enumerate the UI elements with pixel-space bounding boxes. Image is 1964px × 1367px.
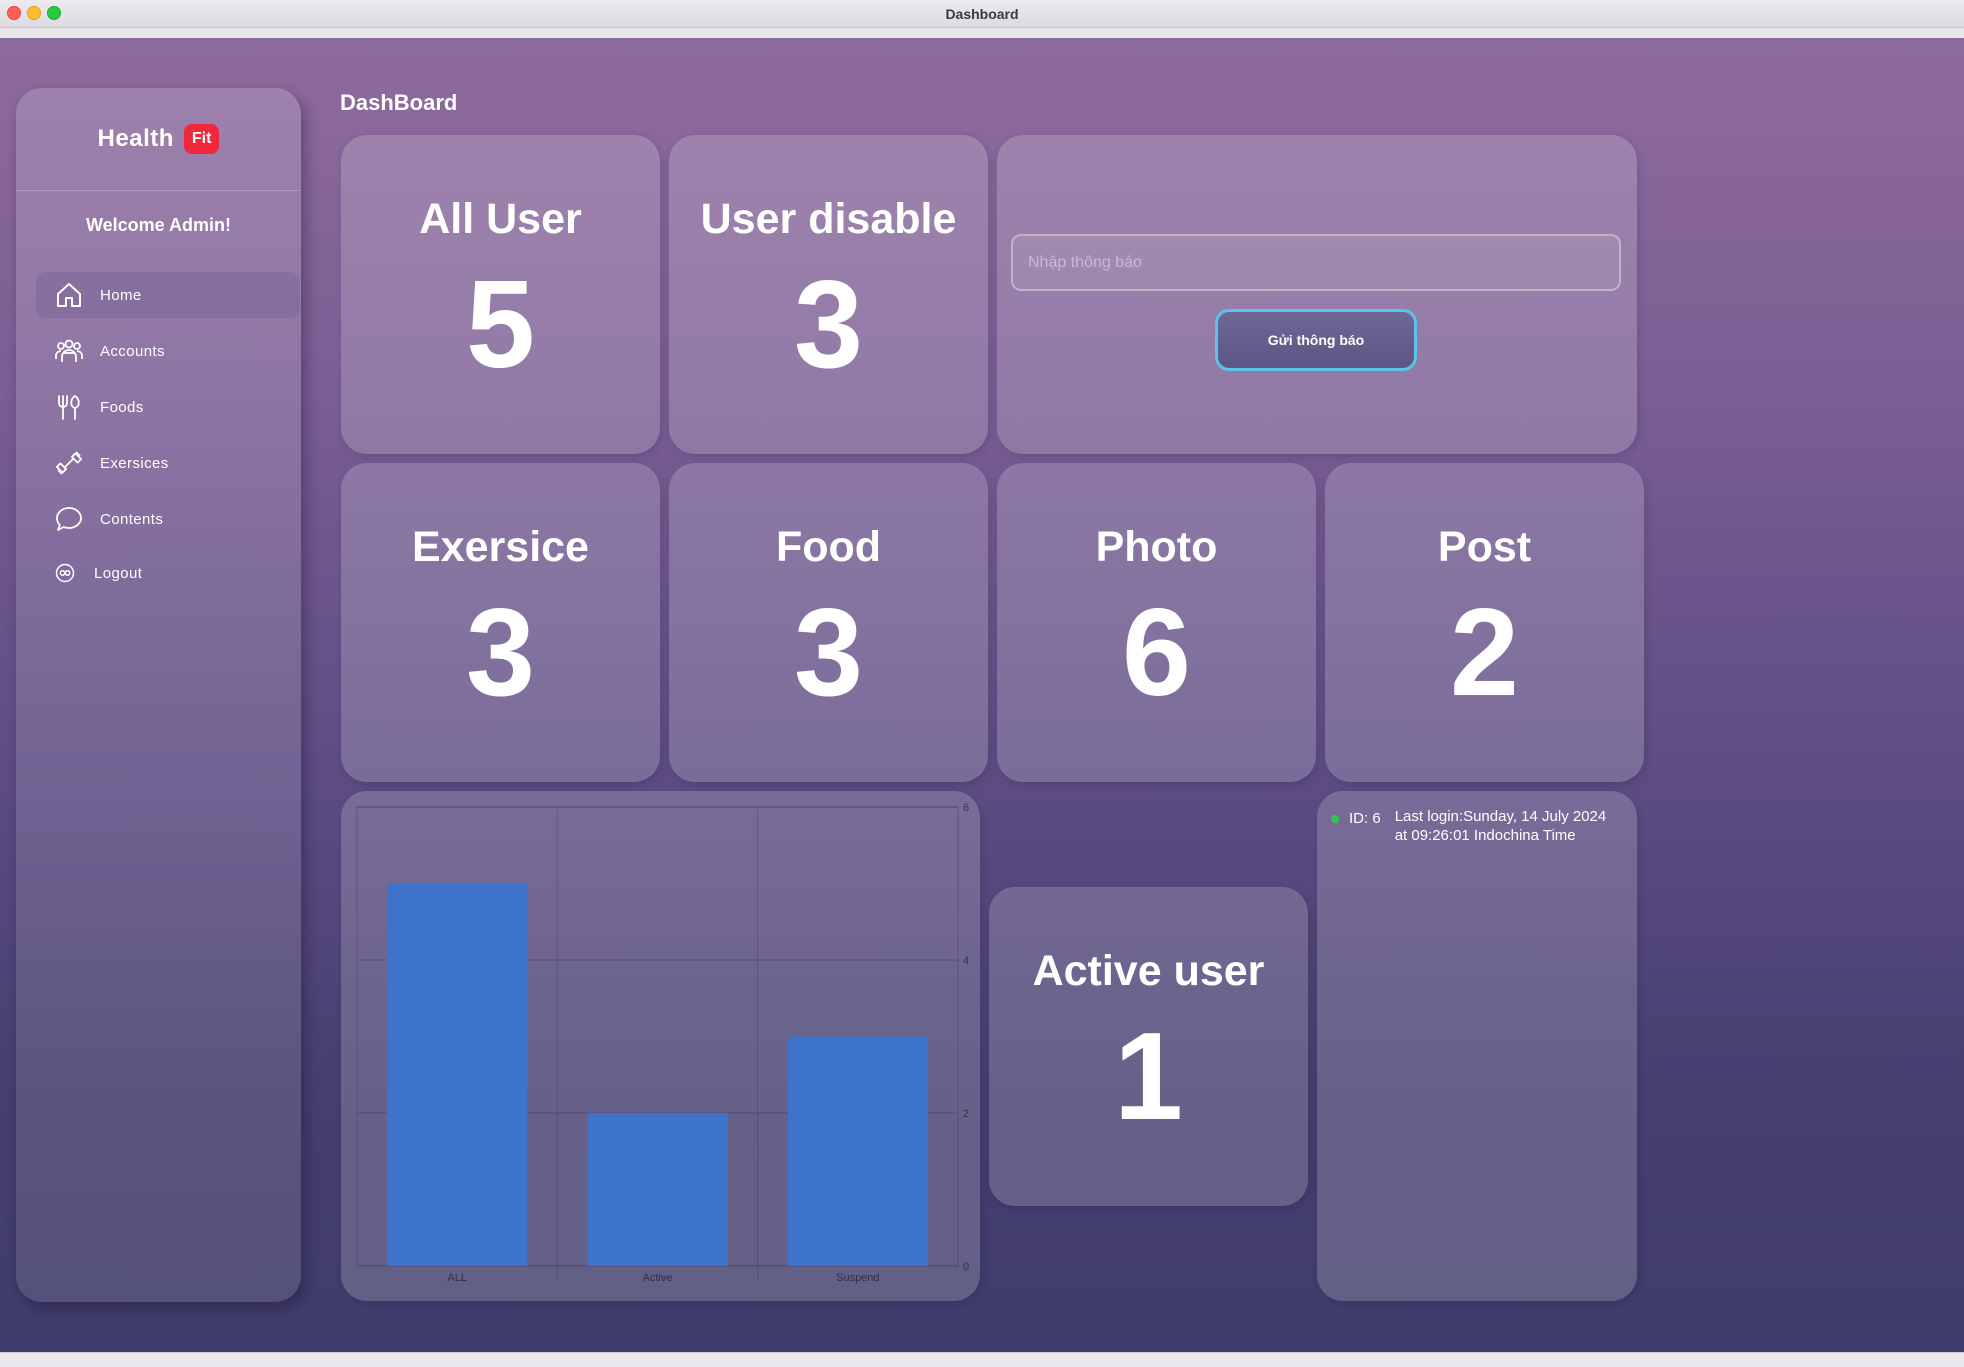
home-icon [54, 280, 84, 310]
stat-label: Food [775, 523, 882, 571]
stat-label: User disable [700, 195, 957, 243]
stat-label: Exersice [412, 523, 589, 571]
brand-name: Health [97, 125, 174, 152]
send-notification-button[interactable]: Gửi thông báo [1215, 309, 1417, 371]
chart-y-tick-label: 0 [963, 1261, 969, 1273]
chart-bar [587, 1113, 728, 1266]
stat-value: 2 [1450, 584, 1519, 722]
stat-value: 5 [466, 256, 535, 394]
login-user-id: ID: 6 [1349, 810, 1381, 827]
stat-value: 3 [794, 584, 863, 722]
utensils-icon [54, 392, 84, 422]
login-list-item: ID: 6 Last login:Sunday, 14 July 2024 at… [1331, 807, 1631, 845]
login-time-line2: at 09:26:01 Indochina Time [1394, 827, 1576, 844]
notification-input[interactable] [1011, 234, 1621, 291]
sidebar-item-label: Contents [100, 510, 164, 528]
chart-x-tick-label: Active [643, 1272, 673, 1284]
chat-bubble-icon [54, 504, 84, 534]
stat-label: Post [1437, 523, 1532, 571]
sidebar-item-home[interactable]: Home [36, 272, 300, 318]
notification-card: Gửi thông báo [997, 135, 1637, 454]
login-time-text: Last login:Sunday, 14 July 2024 at 09:26… [1395, 807, 1607, 845]
sidebar-item-label: Home [100, 286, 142, 304]
chart-x-tick-label: Suspend [836, 1272, 879, 1284]
stat-value: 6 [1122, 584, 1191, 722]
brand-badge: Fit [183, 124, 220, 154]
sidebar-item-logout[interactable]: Logout [36, 550, 300, 596]
sidebar-item-exersices[interactable]: Exersices [36, 440, 300, 486]
stat-value: 1 [1114, 1008, 1183, 1146]
user-status-bar-chart: 0 2 4 6 ALL Active Suspend [356, 802, 969, 1284]
stat-label: Photo [1095, 523, 1218, 571]
stat-card-user-disable: User disable 3 [669, 135, 988, 454]
app-background: Health Fit Welcome Admin! Home Accounts … [0, 38, 1964, 1352]
chart-bar [387, 883, 528, 1266]
chart-y-tick-label: 4 [963, 955, 969, 967]
stat-label: All User [419, 195, 582, 243]
stat-card-all-user: All User 5 [341, 135, 660, 454]
online-status-dot [1331, 815, 1339, 823]
sidebar-item-label: Exersices [100, 454, 169, 472]
sidebar-item-label: Logout [94, 564, 143, 582]
stat-card-post: Post 2 [1325, 463, 1644, 782]
sidebar-item-accounts[interactable]: Accounts [36, 328, 300, 374]
stat-card-food: Food 3 [669, 463, 988, 782]
sidebar-item-label: Foods [100, 398, 144, 416]
stat-card-active-user: Active user 1 [989, 887, 1308, 1206]
page-title: DashBoard [340, 90, 458, 115]
user-chart-card: 0 2 4 6 ALL Active Suspend [341, 791, 980, 1301]
dumbbell-icon [54, 448, 84, 478]
chart-y-tick-label: 6 [963, 802, 969, 814]
sidebar-item-foods[interactable]: Foods [36, 384, 300, 430]
sidebar-item-contents[interactable]: Contents [36, 496, 300, 542]
window-title: Dashboard [945, 6, 1019, 22]
users-icon [54, 336, 84, 366]
stat-value: 3 [466, 584, 535, 722]
stat-label: Active user [1032, 947, 1265, 995]
sidebar-item-label: Accounts [100, 342, 165, 360]
last-login-card: ID: 6 Last login:Sunday, 14 July 2024 at… [1317, 791, 1637, 1301]
stat-card-photo: Photo 6 [997, 463, 1316, 782]
chart-x-tick-label: ALL [447, 1272, 467, 1284]
brand-logo: Health Fit [16, 88, 301, 191]
welcome-message: Welcome Admin! [85, 215, 232, 235]
stat-value: 3 [794, 256, 863, 394]
login-time-line1: Last login:Sunday, 14 July 2024 [1394, 808, 1607, 825]
window-bottom-edge [0, 1352, 1964, 1367]
chart-bar [787, 1036, 928, 1266]
window-titlebar: Dashboard [0, 0, 1964, 28]
chart-y-tick-label: 2 [963, 1108, 969, 1120]
logout-icon [54, 562, 76, 584]
stat-card-exersice: Exersice 3 [341, 463, 660, 782]
sidebar: Health Fit Welcome Admin! Home Accounts … [16, 88, 301, 1302]
